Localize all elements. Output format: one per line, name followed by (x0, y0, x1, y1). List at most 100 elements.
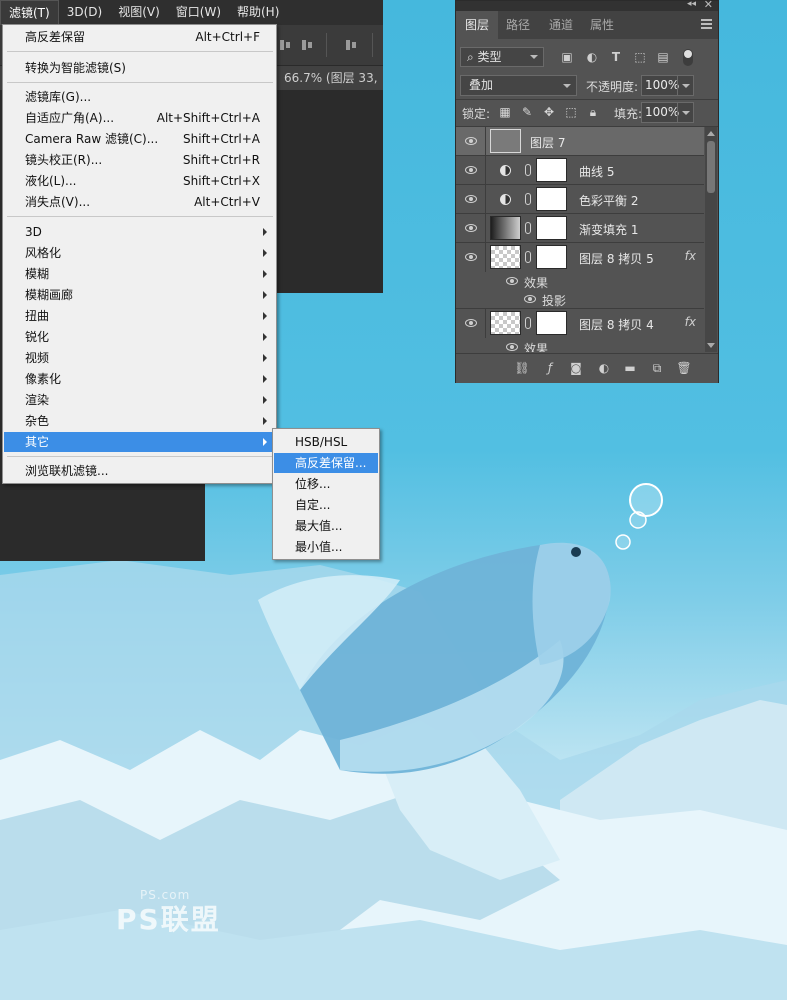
menu-item-high-pass-last[interactable]: 高反差保留 Alt+Ctrl+F (4, 27, 275, 47)
link-icon[interactable] (525, 193, 531, 205)
menu-item-video[interactable]: 视频 (4, 348, 275, 368)
layer-row[interactable]: 渐变填充 1 (456, 214, 704, 243)
menu-3d[interactable]: 3D(D) (59, 0, 110, 25)
layer-name[interactable]: 图层 8 拷贝 4 (579, 316, 654, 333)
menu-help[interactable]: 帮助(H) (229, 0, 287, 25)
lock-transparent-pixels-icon[interactable]: ▦ (498, 105, 512, 119)
new-layer-icon[interactable]: ⧉ (649, 360, 665, 376)
tab-properties[interactable]: 属性 (581, 11, 623, 39)
distribute-icon[interactable] (300, 38, 314, 52)
tab-layers[interactable]: 图层 (456, 11, 499, 39)
menu-item-convert-smart-filter[interactable]: 转换为智能滤镜(S) (4, 58, 275, 78)
link-icon[interactable] (525, 251, 531, 263)
menu-item-3d[interactable]: 3D (4, 222, 275, 242)
visibility-eye-icon[interactable] (465, 224, 477, 232)
menu-filter[interactable]: 滤镜(T) (0, 0, 59, 25)
menu-item-liquify[interactable]: 液化(L)... Shift+Ctrl+X (4, 171, 275, 191)
menu-item-browse-online[interactable]: 浏览联机滤镜... (4, 461, 275, 481)
fx-icon[interactable]: fx (685, 249, 696, 263)
collapse-icon[interactable]: ◂◂ (687, 0, 696, 9)
menu-item-vanishing-point[interactable]: 消失点(V)... Alt+Ctrl+V (4, 192, 275, 212)
align-icon[interactable] (278, 38, 292, 52)
link-layers-icon[interactable]: ⛓ (514, 360, 530, 376)
layer-row[interactable]: 曲线 5 (456, 156, 704, 185)
menu-item-lens-correction[interactable]: 镜头校正(R)... Shift+Ctrl+R (4, 150, 275, 170)
menu-item-other[interactable]: 其它 (4, 432, 275, 452)
visibility-eye-icon[interactable] (465, 319, 477, 327)
menu-item-blur[interactable]: 模糊 (4, 264, 275, 284)
menu-item-camera-raw[interactable]: Camera Raw 滤镜(C)... Shift+Ctrl+A (4, 129, 275, 149)
new-adjustment-layer-icon[interactable]: ◐ (596, 360, 612, 376)
opacity-dropdown[interactable] (677, 76, 693, 95)
smart-object-filter-icon[interactable]: ▤ (656, 50, 670, 64)
submenu-item-high-pass[interactable]: 高反差保留... (274, 453, 378, 473)
add-layer-style-icon[interactable]: ƒ (542, 360, 558, 376)
link-icon[interactable] (525, 164, 531, 176)
opacity-input[interactable]: 100% (641, 75, 694, 96)
fill-dropdown[interactable] (677, 103, 693, 122)
layer-row[interactable]: 图层 7 (456, 127, 704, 156)
effects-row[interactable]: 效果 (456, 272, 704, 290)
layer-row[interactable]: 色彩平衡 2 (456, 185, 704, 214)
menu-window[interactable]: 窗口(W) (168, 0, 229, 25)
lock-image-pixels-icon[interactable]: ✎ (520, 105, 534, 119)
layer-row[interactable]: 图层 8 拷贝 5 fx (456, 243, 704, 272)
menu-item-pixelate[interactable]: 像素化 (4, 369, 275, 389)
panel-menu-icon[interactable] (701, 19, 712, 29)
visibility-eye-icon[interactable] (465, 195, 477, 203)
menu-item-filter-gallery[interactable]: 滤镜库(G)... (4, 87, 275, 107)
visibility-eye-icon[interactable] (465, 166, 477, 174)
layer-name[interactable]: 渐变填充 1 (579, 221, 638, 238)
visibility-eye-icon[interactable] (506, 277, 518, 285)
blend-mode-select[interactable]: 叠加 (460, 75, 577, 96)
lock-position-icon[interactable]: ✥ (542, 105, 556, 119)
delete-layer-icon[interactable]: 🗑︎ (676, 360, 692, 376)
tab-paths[interactable]: 路径 (497, 11, 539, 39)
filter-kind-select[interactable]: ⌕ 类型 (460, 47, 544, 67)
menu-item-noise[interactable]: 杂色 (4, 411, 275, 431)
lock-artboard-icon[interactable]: ⬚ (564, 105, 578, 119)
submenu-item-hsb-hsl[interactable]: HSB/HSL (274, 432, 378, 452)
layers-scrollbar[interactable] (705, 127, 717, 352)
pixel-filter-icon[interactable]: ▣ (560, 50, 574, 64)
auto-align-icon[interactable] (344, 38, 358, 52)
visibility-eye-icon[interactable] (465, 253, 477, 261)
menu-item-adaptive-wide-angle[interactable]: 自适应广角(A)... Alt+Shift+Ctrl+A (4, 108, 275, 128)
filter-toggle[interactable] (683, 49, 693, 66)
lock-all-icon[interactable]: 🔒︎ (586, 105, 600, 119)
layer-name[interactable]: 图层 7 (530, 134, 565, 151)
layer-name[interactable]: 色彩平衡 2 (579, 192, 638, 209)
visibility-eye-icon[interactable] (465, 137, 477, 145)
menu-item-render[interactable]: 渲染 (4, 390, 275, 410)
visibility-eye-icon[interactable] (506, 343, 518, 351)
menu-item-sharpen[interactable]: 锐化 (4, 327, 275, 347)
link-icon[interactable] (525, 317, 531, 329)
submenu-item-offset[interactable]: 位移... (274, 474, 378, 494)
shape-filter-icon[interactable]: ⬚ (633, 50, 647, 64)
menu-item-stylize[interactable]: 风格化 (4, 243, 275, 263)
adjustment-filter-icon[interactable]: ◐ (585, 50, 599, 64)
layer-name[interactable]: 图层 8 拷贝 5 (579, 250, 654, 267)
new-group-icon[interactable]: ▬ (622, 360, 638, 376)
link-icon[interactable] (525, 222, 531, 234)
submenu-item-custom[interactable]: 自定... (274, 495, 378, 515)
layer-name[interactable]: 曲线 5 (579, 163, 614, 180)
add-mask-icon[interactable]: ◙ (568, 360, 584, 376)
submenu-item-minimum[interactable]: 最小值... (274, 537, 378, 557)
effects-row[interactable]: 效果 (456, 338, 704, 352)
fx-icon[interactable]: fx (685, 315, 696, 329)
scroll-up-icon[interactable] (707, 131, 715, 136)
type-filter-icon[interactable]: T (609, 50, 623, 64)
fill-input[interactable]: 100% (641, 102, 694, 123)
menu-view[interactable]: 视图(V) (110, 0, 168, 25)
scroll-down-icon[interactable] (707, 343, 715, 348)
tab-channels[interactable]: 通道 (540, 11, 582, 39)
menu-item-distort[interactable]: 扭曲 (4, 306, 275, 326)
visibility-eye-icon[interactable] (524, 295, 536, 303)
drop-shadow-row[interactable]: 投影 (456, 290, 704, 309)
submenu-item-maximum[interactable]: 最大值... (274, 516, 378, 536)
scrollbar-thumb[interactable] (707, 141, 715, 193)
layer-row[interactable]: 图层 8 拷贝 4 fx (456, 309, 704, 338)
document-tab[interactable]: 66.7% (图层 33, R (284, 66, 383, 109)
menu-item-blur-gallery[interactable]: 模糊画廊 (4, 285, 275, 305)
